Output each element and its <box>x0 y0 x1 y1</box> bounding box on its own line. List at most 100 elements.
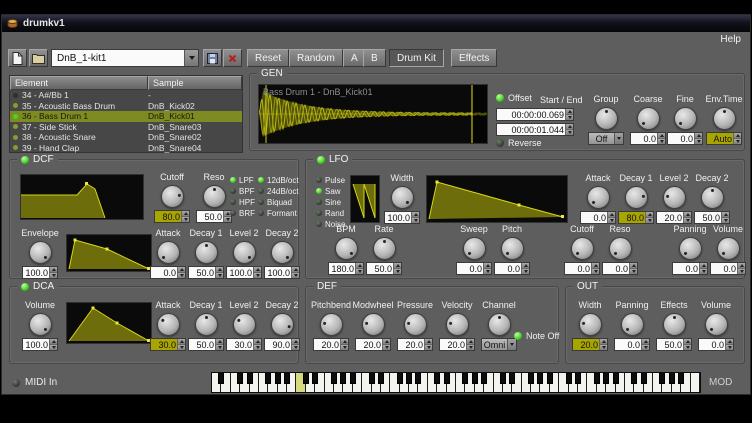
black-key[interactable] <box>406 373 412 384</box>
lfo-enabled-led[interactable] <box>317 156 325 164</box>
column-sample[interactable]: Sample <box>148 76 242 90</box>
dcf-filter-graph[interactable] <box>20 174 144 220</box>
combo-group[interactable]: Off <box>588 132 624 145</box>
black-key[interactable] <box>444 373 450 384</box>
spin-decay-2[interactable]: 90.0 <box>264 338 300 351</box>
spin-arrows[interactable] <box>725 339 733 350</box>
knob-dial[interactable] <box>271 313 294 336</box>
spin-envelope[interactable]: 100.0 <box>22 266 58 279</box>
white-key[interactable] <box>691 373 700 392</box>
knob-dial[interactable] <box>705 313 728 336</box>
spin-arrows[interactable] <box>645 212 653 223</box>
spin-arrows[interactable] <box>253 339 261 350</box>
spin-env-time[interactable]: Auto <box>706 132 742 145</box>
spin-arrows[interactable] <box>683 212 691 223</box>
spin-modwheel[interactable]: 20.0 <box>355 338 391 351</box>
spin-decay-2[interactable]: 100.0 <box>264 266 300 279</box>
spin-pressure[interactable]: 20.0 <box>397 338 433 351</box>
spin-arrows[interactable] <box>177 339 185 350</box>
black-key[interactable] <box>265 373 271 384</box>
spin-arrows[interactable] <box>607 212 615 223</box>
knob-dial[interactable] <box>713 107 736 130</box>
black-key[interactable] <box>669 373 675 384</box>
titlebar[interactable]: drumkv1 <box>2 15 750 32</box>
black-key[interactable] <box>500 373 506 384</box>
knob-dial[interactable] <box>609 237 632 260</box>
black-key[interactable] <box>369 373 375 384</box>
knob-dial[interactable] <box>157 313 180 336</box>
black-key[interactable] <box>631 373 637 384</box>
offset-checkbox[interactable]: Offset <box>496 93 532 103</box>
spin-volume[interactable]: 0.0 <box>698 338 734 351</box>
black-key[interactable] <box>528 373 534 384</box>
spin-arrows[interactable] <box>49 267 57 278</box>
spin-arrows[interactable] <box>291 339 299 350</box>
spin-arrows[interactable] <box>382 339 390 350</box>
knob-dial[interactable] <box>373 237 396 260</box>
spin-arrows[interactable] <box>599 339 607 350</box>
radio-bpf[interactable]: BPF <box>230 186 255 196</box>
spin-level-2[interactable]: 100.0 <box>226 266 262 279</box>
menu-help[interactable]: Help <box>720 34 741 45</box>
element-row[interactable]: 34 - A#/Bb 1- <box>10 90 242 101</box>
preset-combo[interactable]: DnB_1-kit1 <box>51 49 199 67</box>
spin-arrows[interactable] <box>737 263 745 274</box>
black-key[interactable] <box>284 373 290 384</box>
lfo-envelope-graph[interactable] <box>426 175 568 223</box>
reset-button[interactable]: Reset <box>247 49 289 67</box>
radio-lpf[interactable]: LPF <box>230 175 255 185</box>
black-key[interactable] <box>237 373 243 384</box>
spin-arrows[interactable] <box>483 263 491 274</box>
spin-panning[interactable]: 0.0 <box>614 338 650 351</box>
black-key[interactable] <box>462 373 468 384</box>
spin-arrows[interactable] <box>694 133 702 144</box>
tab-effects[interactable]: Effects <box>451 49 497 67</box>
spin-decay-1[interactable]: 50.0 <box>188 338 224 351</box>
radio-rand[interactable]: Rand <box>316 208 345 218</box>
radio-24db-oct[interactable]: 24dB/oct <box>258 186 299 196</box>
black-key[interactable] <box>397 373 403 384</box>
knob-dial[interactable] <box>29 313 52 336</box>
spin-arrows[interactable] <box>340 339 348 350</box>
knob-dial[interactable] <box>404 313 427 336</box>
black-key[interactable] <box>303 373 309 384</box>
spin-cutoff[interactable]: 0.0 <box>564 262 600 275</box>
black-key[interactable] <box>275 373 281 384</box>
knob-dial[interactable] <box>501 237 524 260</box>
delete-preset-button[interactable] <box>223 49 242 67</box>
spin-arrows[interactable] <box>721 212 729 223</box>
spin-attack[interactable]: 0.0 <box>580 211 616 224</box>
black-key[interactable] <box>547 373 553 384</box>
lfo-wave-graph[interactable] <box>350 175 380 223</box>
black-key[interactable] <box>340 373 346 384</box>
spin-arrows[interactable] <box>424 339 432 350</box>
spin-decay-1[interactable]: 80.0 <box>618 211 654 224</box>
spin-pitch[interactable]: 0.0 <box>494 262 530 275</box>
knob-dial[interactable] <box>195 313 218 336</box>
random-button[interactable]: Random <box>289 49 343 67</box>
radio-12db-oct[interactable]: 12dB/oct <box>258 175 299 185</box>
black-key[interactable] <box>613 373 619 384</box>
new-preset-button[interactable] <box>8 49 27 67</box>
knob-dial[interactable] <box>320 313 343 336</box>
radio-formant[interactable]: Formant <box>258 208 299 218</box>
spin-reso[interactable]: 50.0 <box>196 210 232 223</box>
black-key[interactable] <box>659 373 665 384</box>
noteoff-checkbox[interactable]: Note Off <box>514 331 559 341</box>
spin-cutoff[interactable]: 80.0 <box>154 210 190 223</box>
midi-keyboard[interactable] <box>211 372 701 393</box>
knob-dial[interactable] <box>595 107 618 130</box>
spin-width[interactable]: 20.0 <box>572 338 608 351</box>
spin-fine[interactable]: 0.0 <box>667 132 703 145</box>
element-row[interactable]: 39 - Hand ClapDnB_Snare04 <box>10 143 242 154</box>
spin-arrows[interactable] <box>591 263 599 274</box>
spin-rate[interactable]: 50.0 <box>366 262 402 275</box>
knob-dial[interactable] <box>674 107 697 130</box>
black-key[interactable] <box>481 373 487 384</box>
spin-attack[interactable]: 30.0 <box>150 338 186 351</box>
element-row[interactable]: 35 - Acoustic Bass DrumDnB_Kick02 <box>10 101 242 112</box>
spin-arrows[interactable] <box>699 263 707 274</box>
tab-drumkit[interactable]: Drum Kit <box>389 49 444 67</box>
spin-arrows[interactable] <box>215 267 223 278</box>
black-key[interactable] <box>566 373 572 384</box>
